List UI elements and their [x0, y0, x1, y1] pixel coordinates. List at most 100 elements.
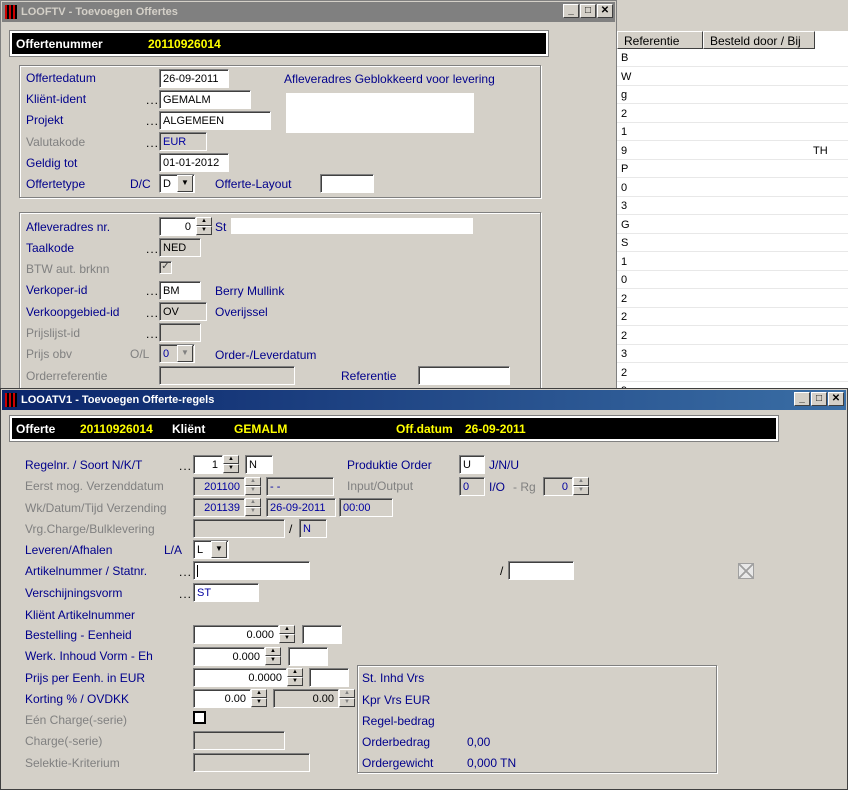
- leveren-afhalen-label: Leveren/Afhalen: [25, 543, 113, 557]
- prijs-eh-field[interactable]: [309, 668, 349, 687]
- ovdkk-spinner: ▲ ▼: [339, 689, 355, 708]
- list-row[interactable]: 2: [617, 308, 848, 326]
- geldig-tot-field[interactable]: 01-01-2012: [159, 153, 229, 172]
- list-row[interactable]: 1: [617, 123, 848, 141]
- projekt-lookup-dots[interactable]: ...: [146, 114, 159, 128]
- regelnr-field[interactable]: 1: [193, 455, 223, 474]
- produktie-field[interactable]: U: [459, 455, 485, 474]
- artikel-slash: /: [500, 564, 504, 578]
- wk-week-spinner: ▲ ▼: [245, 498, 261, 517]
- werk-eh-field[interactable]: [288, 647, 328, 666]
- bestelling-spinner[interactable]: ▲ ▼: [279, 625, 295, 644]
- list-row[interactable]: 0: [617, 271, 848, 289]
- projekt-field[interactable]: ALGEMEEN: [159, 111, 271, 130]
- artikelnummer-field[interactable]: [193, 561, 310, 580]
- list-row[interactable]: P: [617, 160, 848, 178]
- referentie-cell: 9: [621, 144, 628, 157]
- orderreferentie-field: [159, 366, 295, 385]
- column-header-referentie[interactable]: Referentie: [617, 31, 703, 49]
- prijs-obv-label: Prijs obv: [26, 347, 73, 361]
- soort-field[interactable]: N: [245, 455, 273, 474]
- st-inhd-vrs-label: St. Inhd Vrs: [362, 671, 425, 685]
- verschijningsvorm-lookup-dots[interactable]: ...: [179, 587, 192, 601]
- minimize-button[interactable]: _: [794, 392, 810, 406]
- offdatum-value: 26-09-2011: [465, 422, 526, 436]
- list-row[interactable]: 3: [617, 345, 848, 363]
- een-charge-label: Eén Charge(-serie): [25, 713, 128, 727]
- verkoper-field[interactable]: BM: [159, 281, 201, 300]
- kpr-vrs-label: Kpr Vrs EUR: [362, 693, 431, 707]
- minimize-button[interactable]: _: [563, 4, 579, 18]
- prijs-label: Prijs per Eenh. in EUR: [25, 671, 146, 685]
- ovdkk-field: 0.00: [273, 689, 339, 708]
- close-button[interactable]: ✕: [597, 4, 613, 18]
- verschijningsvorm-label: Verschijningsvorm: [25, 586, 123, 600]
- korting-field[interactable]: 0.00: [193, 689, 251, 708]
- offerte-value: 20110926014: [80, 422, 153, 436]
- regelnr-lookup-dots[interactable]: ...: [179, 459, 192, 473]
- artikelnummer-lookup-dots[interactable]: ...: [179, 565, 192, 579]
- list-row[interactable]: 3: [617, 197, 848, 215]
- orderbedrag-label: Orderbedrag: [362, 735, 431, 749]
- maximize-button[interactable]: □: [811, 392, 827, 406]
- list-row[interactable]: G: [617, 216, 848, 234]
- verkoper-lookup-dots[interactable]: ...: [146, 284, 159, 298]
- column-header-besteld-door[interactable]: Besteld door / Bij: [703, 31, 815, 49]
- charge-serie-label: Charge(-serie): [25, 734, 103, 748]
- referentie-cell: 2: [621, 311, 628, 323]
- afleveradres-nr-field[interactable]: 0: [159, 217, 196, 236]
- list-row[interactable]: W: [617, 68, 848, 86]
- chevron-down-icon[interactable]: ▼: [211, 541, 227, 558]
- regel-bedrag-label: Regel-bedrag: [362, 714, 435, 728]
- korting-spinner[interactable]: ▲ ▼: [251, 689, 267, 708]
- list-row[interactable]: 1: [617, 253, 848, 271]
- prijslijst-field: [159, 323, 201, 342]
- referentie-list[interactable]: Referentie Besteld door / Bij B Wg 2 1 9 TH P 0…: [617, 31, 848, 392]
- chevron-down-icon[interactable]: ▼: [177, 175, 193, 192]
- list-row[interactable]: S: [617, 234, 848, 252]
- offertedatum-field[interactable]: 26-09-2011: [159, 69, 229, 88]
- afleveradres-name-prefix: St: [215, 220, 227, 234]
- eenheid-field[interactable]: [302, 625, 342, 644]
- prijs-obv-text: Order-/Leverdatum: [215, 348, 317, 362]
- klient-header-value: GEMALM: [234, 422, 288, 436]
- btw-checkbox[interactable]: ✓: [159, 261, 172, 274]
- offerte-layout-field[interactable]: [320, 174, 374, 193]
- korting-label: Korting % / OVDKK: [25, 692, 130, 706]
- list-row[interactable]: 0: [617, 179, 848, 197]
- prijs-spinner[interactable]: ▲ ▼: [287, 668, 303, 687]
- verkoopgebied-label: Verkoopgebied-id: [26, 305, 120, 319]
- list-row[interactable]: g: [617, 86, 848, 104]
- referentie-field[interactable]: [418, 366, 510, 385]
- werk-inhoud-spinner[interactable]: ▲ ▼: [265, 647, 281, 666]
- vrg-charge-label: Vrg.Charge/Bulklevering: [25, 522, 155, 536]
- list-row[interactable]: 9 TH: [617, 142, 848, 160]
- taalkode-lookup-dots[interactable]: ...: [146, 242, 159, 256]
- regelnr-spinner[interactable]: ▲ ▼: [223, 455, 239, 474]
- verschijningsvorm-field[interactable]: ST: [193, 583, 259, 602]
- offertenummer-value: 20110926014: [148, 37, 221, 51]
- list-row[interactable]: 2: [617, 327, 848, 345]
- prijs-field[interactable]: 0.0000: [193, 668, 287, 687]
- statnr-field[interactable]: [508, 561, 574, 580]
- werk-inhoud-field[interactable]: 0.000: [193, 647, 265, 666]
- offerte-regels-titlebar[interactable]: LOOATV1 - Toevoegen Offerte-regels _ □ ✕: [2, 390, 846, 410]
- close-button[interactable]: ✕: [828, 392, 844, 406]
- list-row[interactable]: B: [617, 49, 848, 67]
- verkoopgebied-field: OV: [159, 302, 207, 321]
- list-row[interactable]: 2: [617, 364, 848, 382]
- offertes-titlebar[interactable]: LOOFTV - Toevoegen Offertes _ □ ✕: [2, 2, 615, 22]
- klient-field[interactable]: GEMALM: [159, 90, 251, 109]
- list-row[interactable]: 2: [617, 290, 848, 308]
- maximize-button[interactable]: □: [580, 4, 596, 18]
- klient-lookup-dots[interactable]: ...: [146, 93, 159, 107]
- werk-inhoud-label: Werk. Inhoud Vorm - Eh: [25, 649, 153, 663]
- selektie-kriterium-field: [193, 753, 310, 772]
- afleveradres-spinner[interactable]: ▲ ▼: [196, 217, 212, 236]
- bestelling-field[interactable]: 0.000: [193, 625, 279, 644]
- referentie-cell: W: [621, 70, 632, 83]
- een-charge-checkbox[interactable]: [193, 711, 206, 724]
- verkoopgebied-lookup-dots[interactable]: ...: [146, 306, 159, 320]
- eerst-week-spinner: ▲ ▼: [245, 477, 261, 496]
- list-row[interactable]: 2: [617, 105, 848, 123]
